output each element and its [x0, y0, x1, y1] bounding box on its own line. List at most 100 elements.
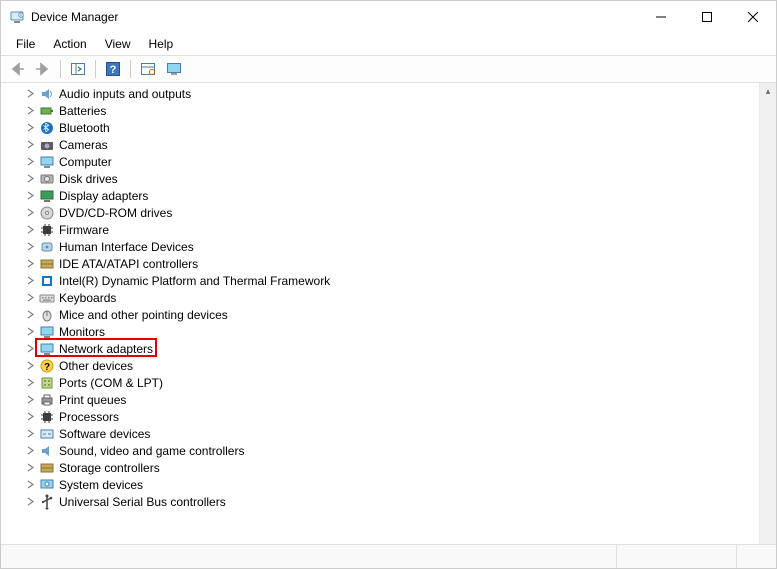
tree-node[interactable]: Disk drives — [21, 170, 776, 187]
tree-node[interactable]: Storage controllers — [21, 459, 776, 476]
mouse-icon — [39, 307, 55, 323]
expand-chevron-icon[interactable] — [23, 461, 37, 475]
status-cell — [616, 545, 736, 568]
tree-node-label: Monitors — [59, 325, 105, 339]
expand-chevron-icon[interactable] — [23, 121, 37, 135]
display-icon — [39, 188, 55, 204]
expand-chevron-icon[interactable] — [23, 495, 37, 509]
tree-node[interactable]: Keyboards — [21, 289, 776, 306]
window-title: Device Manager — [31, 10, 638, 24]
tree-node[interactable]: Sound, video and game controllers — [21, 442, 776, 459]
expand-chevron-icon[interactable] — [23, 240, 37, 254]
tree-node-label: Ports (COM & LPT) — [59, 376, 163, 390]
tree-node[interactable]: Monitors — [21, 323, 776, 340]
tree-node[interactable]: Mice and other pointing devices — [21, 306, 776, 323]
scroll-up-arrow-icon[interactable]: ▴ — [760, 83, 776, 100]
tree-node[interactable]: Universal Serial Bus controllers — [21, 493, 776, 510]
expand-chevron-icon[interactable] — [23, 206, 37, 220]
menu-view[interactable]: View — [96, 35, 140, 53]
expand-chevron-icon[interactable] — [23, 427, 37, 441]
tree-node-label: Mice and other pointing devices — [59, 308, 228, 322]
tree-node[interactable]: System devices — [21, 476, 776, 493]
back-button[interactable] — [5, 58, 29, 80]
cpu-icon — [39, 409, 55, 425]
optical-icon — [39, 205, 55, 221]
forward-button[interactable] — [31, 58, 55, 80]
tree-node[interactable]: Human Interface Devices — [21, 238, 776, 255]
expand-chevron-icon[interactable] — [23, 308, 37, 322]
expand-chevron-icon[interactable] — [23, 172, 37, 186]
tree-node-label: Batteries — [59, 104, 106, 118]
tree-node-label: IDE ATA/ATAPI controllers — [59, 257, 198, 271]
statusbar — [1, 544, 776, 568]
expand-chevron-icon[interactable] — [23, 291, 37, 305]
maximize-button[interactable] — [684, 1, 730, 33]
tree-node[interactable]: Ports (COM & LPT) — [21, 374, 776, 391]
tree-node[interactable]: Bluetooth — [21, 119, 776, 136]
expand-chevron-icon[interactable] — [23, 444, 37, 458]
tree-node[interactable]: Cameras — [21, 136, 776, 153]
tree-node[interactable]: Intel(R) Dynamic Platform and Thermal Fr… — [21, 272, 776, 289]
expand-chevron-icon[interactable] — [23, 155, 37, 169]
tree-node-label: Network adapters — [59, 342, 153, 356]
scan-hardware-button[interactable] — [136, 58, 160, 80]
show-hide-console-button[interactable] — [66, 58, 90, 80]
tree-node[interactable]: Software devices — [21, 425, 776, 442]
expand-chevron-icon[interactable] — [23, 223, 37, 237]
battery-icon — [39, 103, 55, 119]
expand-chevron-icon[interactable] — [23, 410, 37, 424]
tree-node-label: System devices — [59, 478, 143, 492]
system-icon — [39, 477, 55, 493]
tree-node[interactable]: ?Other devices — [21, 357, 776, 374]
tree-node-label: Human Interface Devices — [59, 240, 194, 254]
tree-node[interactable]: DVD/CD-ROM drives — [21, 204, 776, 221]
computer-icon — [39, 154, 55, 170]
tree-node-label: Firmware — [59, 223, 109, 237]
expand-chevron-icon[interactable] — [23, 138, 37, 152]
svg-text:?: ? — [44, 362, 50, 373]
expand-chevron-icon[interactable] — [23, 478, 37, 492]
tree-node[interactable]: Processors — [21, 408, 776, 425]
keyboard-icon — [39, 290, 55, 306]
toolbar-separator — [95, 60, 96, 78]
menu-help[interactable]: Help — [140, 35, 183, 53]
tree-node-label: Keyboards — [59, 291, 116, 305]
expand-chevron-icon[interactable] — [23, 359, 37, 373]
tree-node[interactable]: Audio inputs and outputs — [21, 85, 776, 102]
expand-chevron-icon[interactable] — [23, 342, 37, 356]
close-button[interactable] — [730, 1, 776, 33]
expand-chevron-icon[interactable] — [23, 257, 37, 271]
tree-node[interactable]: Computer — [21, 153, 776, 170]
menu-file[interactable]: File — [7, 35, 44, 53]
camera-icon — [39, 137, 55, 153]
expand-chevron-icon[interactable] — [23, 189, 37, 203]
expand-chevron-icon[interactable] — [23, 393, 37, 407]
tree-node-label: DVD/CD-ROM drives — [59, 206, 172, 220]
tree-node-label: Universal Serial Bus controllers — [59, 495, 226, 509]
expand-chevron-icon[interactable] — [23, 104, 37, 118]
expand-chevron-icon[interactable] — [23, 325, 37, 339]
expand-chevron-icon[interactable] — [23, 87, 37, 101]
tree-node[interactable]: IDE ATA/ATAPI controllers — [21, 255, 776, 272]
printer-icon — [39, 392, 55, 408]
tree-node[interactable]: Batteries — [21, 102, 776, 119]
minimize-button[interactable] — [638, 1, 684, 33]
bluetooth-icon — [39, 120, 55, 136]
titlebar: Device Manager — [1, 1, 776, 33]
device-tree[interactable]: Audio inputs and outputs BatteriesBluetoo… — [1, 85, 776, 510]
menu-action[interactable]: Action — [44, 35, 95, 53]
toolbar-separator — [130, 60, 131, 78]
help-button[interactable]: ? — [101, 58, 125, 80]
tree-node[interactable]: Firmware — [21, 221, 776, 238]
svg-text:?: ? — [110, 64, 117, 76]
expand-chevron-icon[interactable] — [23, 376, 37, 390]
tree-node[interactable]: Display adapters — [21, 187, 776, 204]
tree-node[interactable]: Print queues — [21, 391, 776, 408]
monitor-icon — [39, 324, 55, 340]
vertical-scrollbar[interactable]: ▴ — [759, 83, 776, 544]
toolbar-separator — [60, 60, 61, 78]
app-icon — [9, 9, 25, 25]
monitor-icon-button[interactable] — [162, 58, 186, 80]
expand-chevron-icon[interactable] — [23, 274, 37, 288]
tree-node[interactable]: Network adapters — [21, 340, 776, 357]
